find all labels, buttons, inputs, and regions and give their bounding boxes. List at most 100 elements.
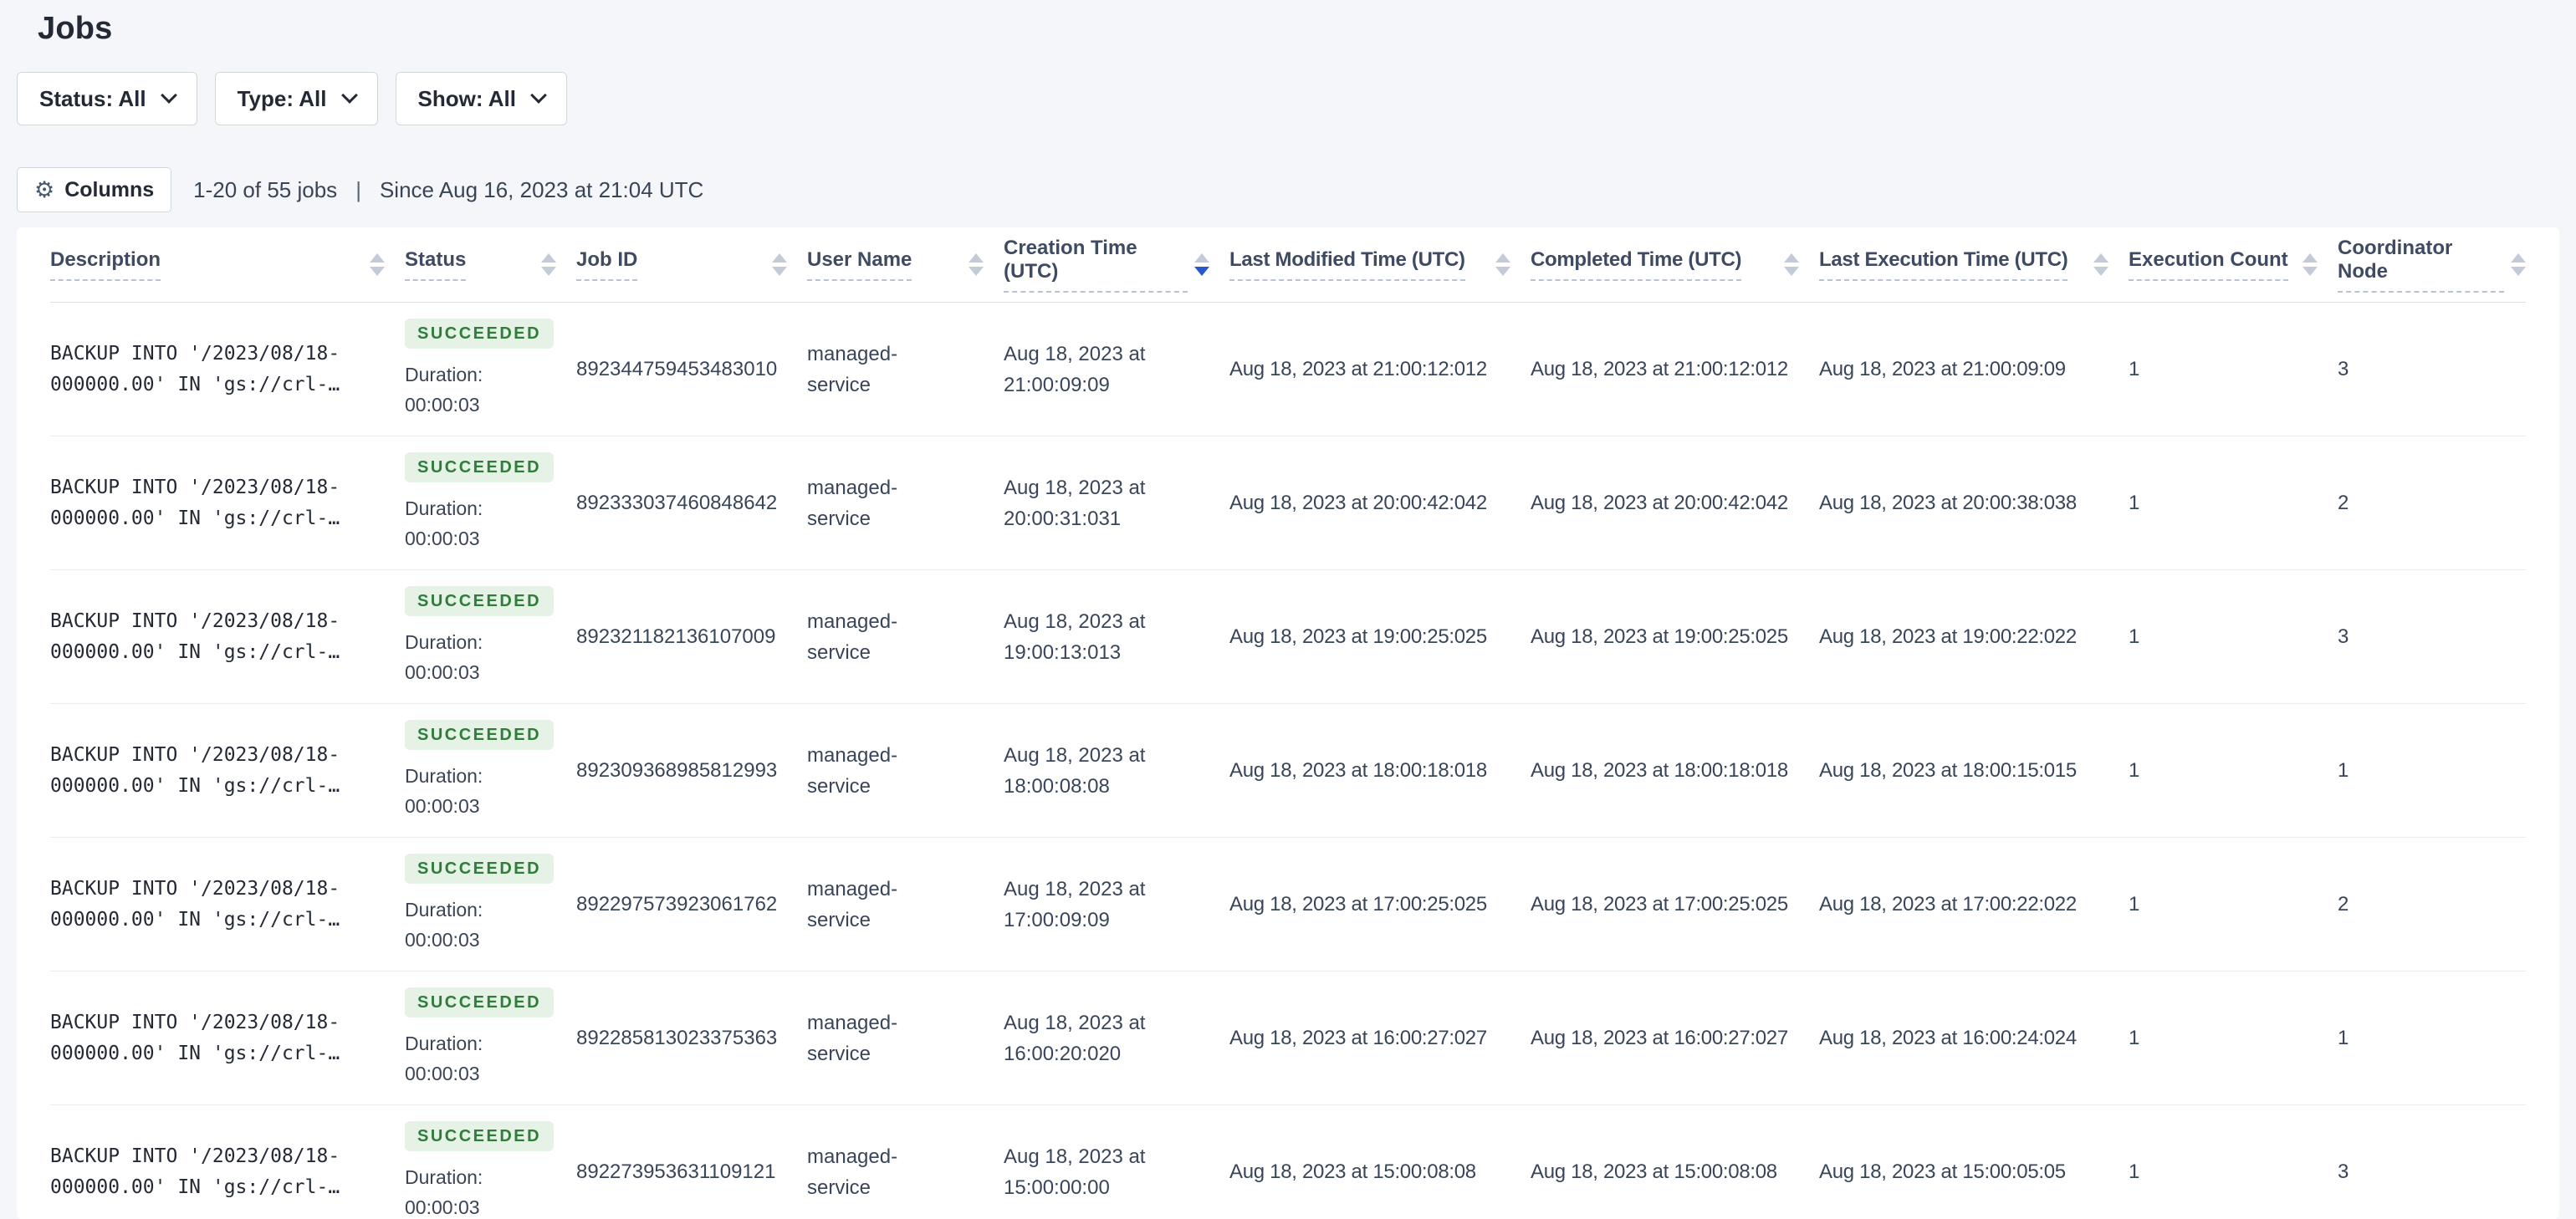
status-badge: SUCCEEDED — [405, 586, 555, 616]
sort-icon[interactable] — [2303, 253, 2318, 276]
job-id-cell: 892321182136107009 — [576, 625, 776, 648]
user-name: managed-service — [807, 877, 898, 931]
status-badge: SUCCEEDED — [405, 987, 555, 1018]
status-badge: SUCCEEDED — [405, 319, 555, 349]
description-cell: BACKUP INTO '/2023/08/18-000000.00' IN '… — [50, 472, 405, 534]
completed-time-cell: Aug 18, 2023 at 20:00:42:042 — [1531, 491, 1788, 514]
job-description-link[interactable]: BACKUP INTO '/2023/08/18-000000.00' IN '… — [50, 343, 340, 395]
sort-icon[interactable] — [2511, 253, 2526, 276]
completed-time-cell: Aug 18, 2023 at 17:00:25:025 — [1531, 892, 1788, 916]
duration-value: 00:00:03 — [405, 795, 480, 817]
chevron-down-icon — [160, 87, 177, 104]
show-filter-label: Show: All — [417, 85, 516, 111]
status-filter-label: Status: All — [39, 85, 146, 111]
duration-value: 00:00:03 — [405, 528, 480, 549]
status-cell: SUCCEEDED Duration: 00:00:03 — [405, 1121, 576, 1219]
description-cell: BACKUP INTO '/2023/08/18-000000.00' IN '… — [50, 339, 405, 400]
last-execution-time-cell: Aug 18, 2023 at 20:00:38:038 — [1819, 491, 2077, 514]
type-filter-label: Type: All — [237, 85, 327, 111]
execution-count-cell: 1 — [2129, 758, 2140, 782]
show-filter-dropdown[interactable]: Show: All — [395, 72, 567, 125]
last-execution-time-cell: Aug 18, 2023 at 16:00:24:024 — [1819, 1026, 2077, 1049]
job-description-link[interactable]: BACKUP INTO '/2023/08/18-000000.00' IN '… — [50, 744, 340, 797]
column-header-last-execution-time[interactable]: Last Execution Time (UTC) — [1819, 248, 2129, 281]
user-name-cell: managed-service — [807, 874, 1004, 936]
last-execution-time-cell: Aug 18, 2023 at 17:00:22:022 — [1819, 892, 2077, 916]
duration-label: Duration: — [405, 364, 483, 385]
sort-icon[interactable] — [370, 253, 385, 276]
last-modified-time-cell: Aug 18, 2023 at 15:00:08:08 — [1229, 1160, 1476, 1183]
creation-time-cell: Aug 18, 2023 at 19:00:13:013 — [1004, 610, 1146, 664]
columns-button[interactable]: ⚙ Columns — [17, 167, 172, 212]
job-id-cell: 892344759453483010 — [576, 357, 778, 380]
description-cell: BACKUP INTO '/2023/08/18-000000.00' IN '… — [50, 1141, 405, 1203]
duration-label: Duration: — [405, 631, 483, 653]
last-execution-time-cell: Aug 18, 2023 at 15:00:05:05 — [1819, 1160, 2066, 1183]
type-filter-dropdown[interactable]: Type: All — [214, 72, 378, 125]
job-id-cell: 892297573923061762 — [576, 892, 778, 916]
sort-icon[interactable] — [969, 253, 984, 276]
sort-icon[interactable] — [772, 253, 787, 276]
column-header-status[interactable]: Status — [405, 248, 576, 281]
status-badge: SUCCEEDED — [405, 720, 555, 750]
job-description-link[interactable]: BACKUP INTO '/2023/08/18-000000.00' IN '… — [50, 477, 340, 529]
job-description-link[interactable]: BACKUP INTO '/2023/08/18-000000.00' IN '… — [50, 878, 340, 931]
status-filter-dropdown[interactable]: Status: All — [17, 72, 197, 125]
creation-time-cell: Aug 18, 2023 at 20:00:31:031 — [1004, 476, 1146, 530]
execution-count-cell: 1 — [2129, 1026, 2140, 1049]
description-cell: BACKUP INTO '/2023/08/18-000000.00' IN '… — [50, 606, 405, 668]
sort-icon[interactable] — [541, 253, 556, 276]
job-description-link[interactable]: BACKUP INTO '/2023/08/18-000000.00' IN '… — [50, 610, 340, 663]
last-modified-time-cell: Aug 18, 2023 at 19:00:25:025 — [1229, 625, 1487, 648]
duration-value: 00:00:03 — [405, 1063, 480, 1084]
creation-time-cell: Aug 18, 2023 at 16:00:20:020 — [1004, 1011, 1146, 1065]
status-cell: SUCCEEDED Duration: 00:00:03 — [405, 854, 576, 955]
table-toolbar: ⚙ Columns 1-20 of 55 jobs | Since Aug 16… — [17, 167, 2576, 212]
user-name-cell: managed-service — [807, 1007, 1004, 1069]
divider: | — [355, 176, 361, 202]
status-badge: SUCCEEDED — [405, 452, 555, 482]
column-header-last-modified-time[interactable]: Last Modified Time (UTC) — [1229, 248, 1531, 281]
column-header-description[interactable]: Description — [50, 248, 405, 281]
sort-icon[interactable] — [2093, 253, 2108, 276]
job-description-link[interactable]: BACKUP INTO '/2023/08/18-000000.00' IN '… — [50, 1145, 340, 1198]
jobs-table-card: Description Status Job ID User Name Crea… — [17, 227, 2559, 1219]
last-execution-time-cell: Aug 18, 2023 at 18:00:15:015 — [1819, 758, 2077, 782]
duration-label: Duration: — [405, 899, 483, 921]
job-description-link[interactable]: BACKUP INTO '/2023/08/18-000000.00' IN '… — [50, 1012, 340, 1064]
completed-time-cell: Aug 18, 2023 at 21:00:12:012 — [1531, 357, 1788, 380]
completed-time-cell: Aug 18, 2023 at 16:00:27:027 — [1531, 1026, 1788, 1049]
coordinator-node-cell: 2 — [2338, 892, 2349, 916]
column-header-coordinator-node[interactable]: Coordinator Node — [2338, 237, 2526, 293]
jobs-count-text: 1-20 of 55 jobs — [193, 176, 338, 202]
table-row: BACKUP INTO '/2023/08/18-000000.00' IN '… — [50, 436, 2526, 570]
column-header-execution-count[interactable]: Execution Count — [2129, 248, 2338, 281]
user-name: managed-service — [807, 476, 898, 530]
table-header-row: Description Status Job ID User Name Crea… — [50, 227, 2526, 303]
column-header-job-id[interactable]: Job ID — [576, 248, 807, 281]
column-header-creation-time[interactable]: Creation Time (UTC) — [1004, 237, 1229, 293]
sort-icon[interactable] — [1495, 253, 1510, 276]
status-cell: SUCCEEDED Duration: 00:00:03 — [405, 586, 576, 687]
execution-count-cell: 1 — [2129, 625, 2140, 648]
status-cell: SUCCEEDED Duration: 00:00:03 — [405, 319, 576, 420]
user-name: managed-service — [807, 1145, 898, 1199]
column-header-completed-time[interactable]: Completed Time (UTC) — [1531, 248, 1819, 281]
duration-value: 00:00:03 — [405, 929, 480, 951]
since-text: Since Aug 16, 2023 at 21:04 UTC — [379, 176, 704, 202]
description-cell: BACKUP INTO '/2023/08/18-000000.00' IN '… — [50, 874, 405, 936]
table-body: BACKUP INTO '/2023/08/18-000000.00' IN '… — [50, 303, 2526, 1219]
completed-time-cell: Aug 18, 2023 at 19:00:25:025 — [1531, 625, 1788, 648]
column-header-user-name[interactable]: User Name — [807, 248, 1004, 281]
status-cell: SUCCEEDED Duration: 00:00:03 — [405, 987, 576, 1089]
sort-icon[interactable] — [1784, 253, 1799, 276]
coordinator-node-cell: 3 — [2338, 1160, 2349, 1183]
user-name: managed-service — [807, 610, 898, 664]
sort-icon[interactable] — [1194, 253, 1209, 276]
duration-value: 00:00:03 — [405, 1196, 480, 1218]
last-execution-time-cell: Aug 18, 2023 at 21:00:09:09 — [1819, 357, 2066, 380]
last-execution-time-cell: Aug 18, 2023 at 19:00:22:022 — [1819, 625, 2077, 648]
description-cell: BACKUP INTO '/2023/08/18-000000.00' IN '… — [50, 1007, 405, 1069]
status-cell: SUCCEEDED Duration: 00:00:03 — [405, 720, 576, 821]
table-row: BACKUP INTO '/2023/08/18-000000.00' IN '… — [50, 838, 2526, 972]
